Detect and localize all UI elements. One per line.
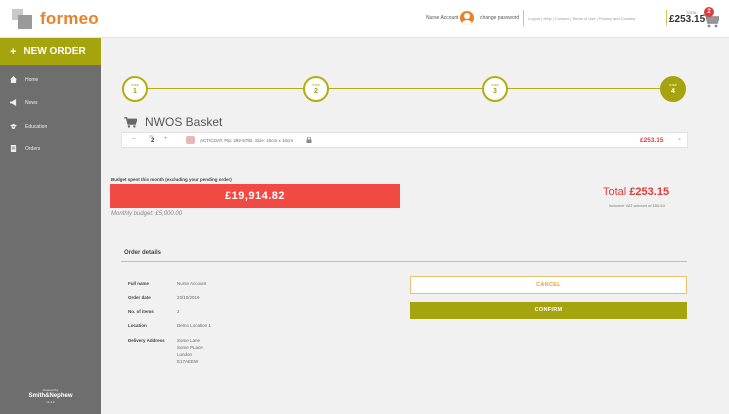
powered-by-label: Powered by xyxy=(42,388,59,392)
step-label: STEP xyxy=(131,83,139,87)
document-icon xyxy=(10,145,17,152)
divider xyxy=(666,10,667,26)
detail-key: Order date xyxy=(128,295,151,300)
sidebar-item-label: Orders xyxy=(25,145,41,152)
powered-by: Powered by Smith&Nephew v1.4.3 xyxy=(0,388,101,404)
step-3[interactable]: STEP 3 xyxy=(482,76,508,102)
header-links[interactable]: Logout | Help | Contact | Terms of Use |… xyxy=(528,16,635,21)
sidebar-item-home[interactable]: Home xyxy=(10,76,38,83)
plus-icon: + xyxy=(10,45,17,58)
sidebar-item-education[interactable]: Education xyxy=(10,123,47,130)
step-label: STEP xyxy=(669,83,677,87)
detail-key: Delivery Address xyxy=(128,338,165,343)
graduation-cap-icon xyxy=(10,123,17,130)
step-number: 3 xyxy=(493,88,497,95)
megaphone-icon xyxy=(10,99,17,106)
new-order-button[interactable]: + NEW ORDER xyxy=(0,38,101,65)
sidebar-item-label: News xyxy=(25,99,38,106)
detail-key: Full name xyxy=(128,281,150,286)
qty-increase-button[interactable]: + xyxy=(164,136,168,142)
sidebar-item-label: Education xyxy=(25,123,48,130)
account-name: Nurse Account xyxy=(426,15,459,21)
cart-count-badge: 2 xyxy=(704,7,714,17)
order-total-value: £253.15 xyxy=(629,186,670,198)
delivery-line: Some Lane xyxy=(177,338,201,343)
home-icon xyxy=(10,76,17,83)
confirm-button[interactable]: CONFIRM xyxy=(410,302,687,319)
order-details-heading: Order details xyxy=(124,250,162,256)
product-price: £253.15 xyxy=(640,137,664,144)
step-number: 4 xyxy=(671,88,675,95)
checkout-stepper: STEP 1 STEP 2 STEP 3 STEP 4 xyxy=(110,72,710,106)
budget-spent-value: £19,914.82 xyxy=(110,184,400,208)
basket-cart-icon xyxy=(124,116,137,128)
detail-key: No. of items xyxy=(128,309,154,314)
logo-text: formeo xyxy=(40,9,99,28)
delivery-line: Some PLace xyxy=(177,345,203,350)
qty-decrease-button[interactable]: – xyxy=(132,136,135,142)
change-password-link[interactable]: change password xyxy=(480,15,519,21)
basket-title: NWOS Basket xyxy=(124,115,222,129)
basket-title-text: NWOS Basket xyxy=(145,115,223,129)
step-2[interactable]: STEP 2 xyxy=(303,76,329,102)
remove-item-icon[interactable]: × xyxy=(678,137,681,143)
detail-key: Location xyxy=(128,323,147,328)
partner-logo: Smith&Nephew xyxy=(28,393,73,399)
step-label: STEP xyxy=(491,83,499,87)
new-order-label: NEW ORDER xyxy=(23,46,86,57)
product-thumbnail xyxy=(186,136,195,144)
avatar-icon[interactable] xyxy=(460,11,474,25)
delivery-line: London xyxy=(177,352,193,357)
cancel-button[interactable]: CANCEL xyxy=(410,276,687,294)
delivery-line: E17AEEW xyxy=(177,359,199,364)
sidebar-item-label: Home xyxy=(25,76,39,83)
order-total-prefix: Total xyxy=(603,186,627,198)
version-label: v1.4.3 xyxy=(46,400,55,404)
vat-note: inclusive VAT amount of £50.63 xyxy=(609,203,665,208)
budget-label: Budget spent this month (excluding your … xyxy=(111,177,232,182)
detail-value: Nurse Account xyxy=(177,281,207,286)
logo-mark-icon xyxy=(12,9,34,29)
basket-item-row: – Qty 2 + ACTICOAT, Pip: 292-5782, Size:… xyxy=(121,132,688,148)
lock-icon xyxy=(306,137,312,143)
sidebar-item-orders[interactable]: Orders xyxy=(10,145,40,152)
qty-value: 2 xyxy=(151,138,155,144)
step-number: 1 xyxy=(133,88,137,95)
detail-value: 2 xyxy=(177,309,180,314)
order-total: Total £253.15 xyxy=(603,186,669,198)
sidebar: + NEW ORDER Home News Education Orders P… xyxy=(0,38,101,414)
product-description: ACTICOAT, Pip: 292-5782, Size: 10cm x 10… xyxy=(200,138,293,143)
divider xyxy=(121,261,687,262)
step-4[interactable]: STEP 4 xyxy=(660,76,686,102)
stepper-line xyxy=(129,88,679,89)
step-1[interactable]: STEP 1 xyxy=(122,76,148,102)
top-bar: formeo Nurse Account change password Log… xyxy=(0,0,729,38)
detail-value: 23/10/2019 xyxy=(177,295,200,300)
step-label: STEP xyxy=(312,83,320,87)
logo[interactable]: formeo xyxy=(12,9,99,29)
cart-total: £253.15 xyxy=(669,14,706,25)
step-number: 2 xyxy=(314,88,318,95)
detail-value: Demo Location 1 xyxy=(177,323,212,328)
sidebar-item-news[interactable]: News xyxy=(10,99,38,106)
divider xyxy=(523,10,524,26)
monthly-budget: Monthly budget: £5,000.00 xyxy=(111,211,183,217)
